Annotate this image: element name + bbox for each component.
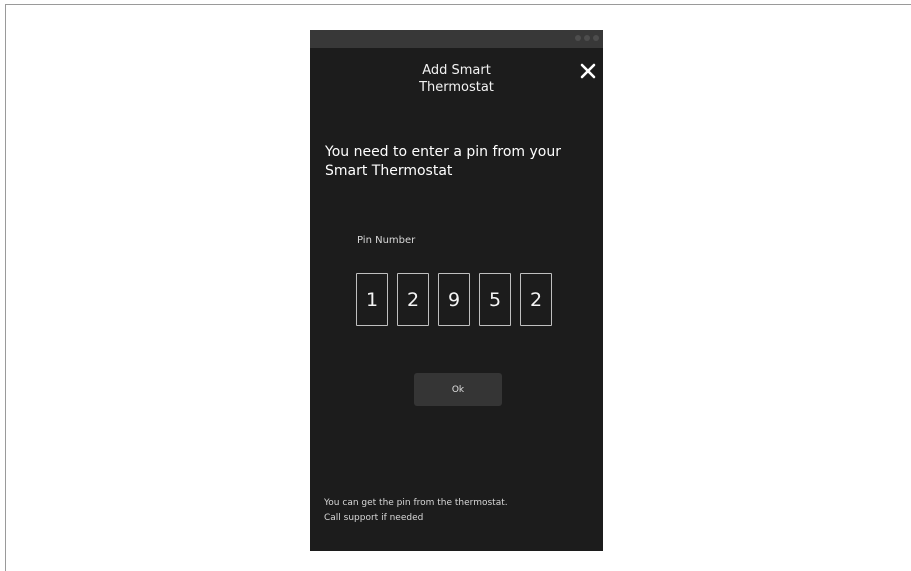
screenshot-canvas: Add Smart Thermostat You need to enter a…	[0, 0, 911, 571]
ok-button[interactable]: Ok	[414, 373, 502, 406]
close-icon	[577, 60, 599, 82]
pin-digit-3-input[interactable]: 9	[438, 273, 470, 326]
close-button[interactable]	[577, 60, 599, 82]
window-dot-icon	[593, 35, 599, 41]
pin-instruction: You need to enter a pin from your Smart …	[325, 144, 561, 179]
pin-digit-1-input[interactable]: 1	[356, 273, 388, 326]
phone-frame: Add Smart Thermostat You need to enter a…	[310, 30, 603, 551]
pin-digit-2-input[interactable]: 2	[397, 273, 429, 326]
window-dot-icon	[584, 35, 590, 41]
pin-input-row: 1 2 9 5 2	[356, 273, 552, 326]
pin-number-label: Pin Number	[357, 235, 416, 246]
phone-top-bar	[310, 30, 603, 48]
window-controls	[575, 35, 599, 41]
pin-digit-4-input[interactable]: 5	[479, 273, 511, 326]
pin-digit-5-input[interactable]: 2	[520, 273, 552, 326]
footer-note: You can get the pin from the thermostat.…	[324, 498, 508, 523]
window-dot-icon	[575, 35, 581, 41]
page-title: Add Smart Thermostat	[419, 63, 494, 95]
